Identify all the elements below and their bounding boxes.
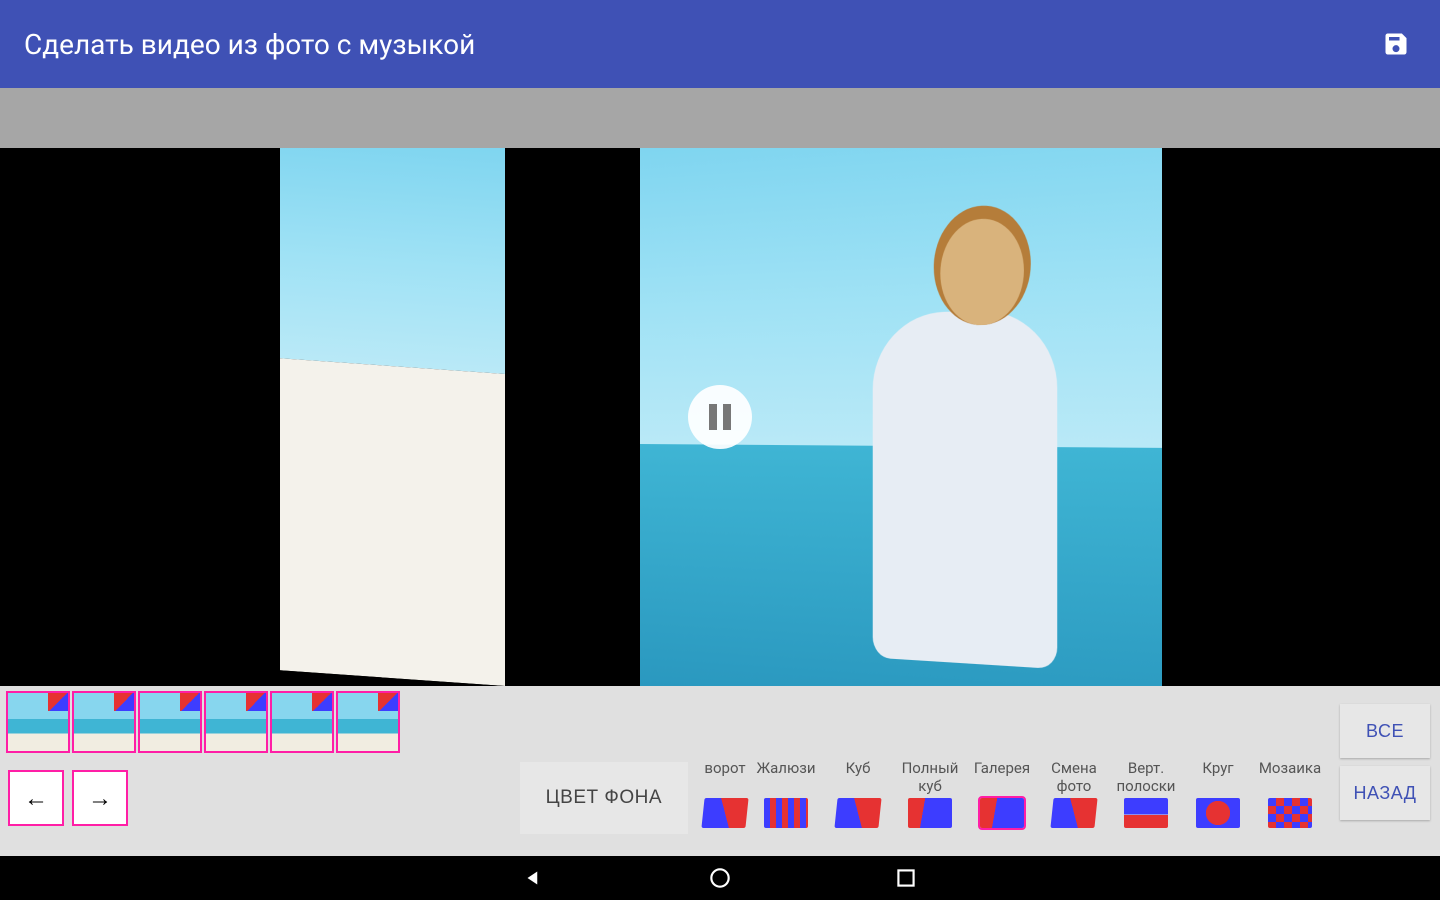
thumbnail[interactable] <box>204 691 268 753</box>
thumbnail[interactable] <box>336 691 400 753</box>
prev-photo-button[interactable]: ← <box>8 770 64 826</box>
save-icon <box>1382 30 1410 58</box>
effect-Жалюзи[interactable]: Жалюзи <box>750 758 822 838</box>
effect-Верт.[interactable]: Верт.полоски <box>1110 758 1182 838</box>
pause-button[interactable] <box>688 385 752 449</box>
effect-icon <box>980 798 1024 828</box>
background-color-button[interactable]: ЦВЕТ ФОНА <box>520 762 688 834</box>
effect-icon <box>1268 798 1312 828</box>
app-title: Сделать видео из фото с музыкой <box>24 28 475 61</box>
thumbnail[interactable] <box>270 691 334 753</box>
transition-pane-left <box>280 148 505 686</box>
app-bar: Сделать видео из фото с музыкой <box>0 0 1440 88</box>
effect-ворот[interactable]: ворот <box>700 758 750 838</box>
effect-icon <box>701 798 748 828</box>
all-button[interactable]: ВСЕ <box>1340 704 1430 758</box>
effect-icon <box>908 798 952 828</box>
thumbnail-strip[interactable] <box>0 686 1326 758</box>
effect-icon <box>764 798 808 828</box>
thumbnail[interactable] <box>138 691 202 753</box>
bottom-panel: ← → ЦВЕТ ФОНА воротЖалюзиКубПолныйкубГал… <box>0 686 1440 856</box>
thumbnail[interactable] <box>6 691 70 753</box>
thumbnail[interactable] <box>72 691 136 753</box>
effect-Смена[interactable]: Сменафото <box>1038 758 1110 838</box>
nav-back-button[interactable] <box>521 865 547 891</box>
nav-recent-button[interactable] <box>893 865 919 891</box>
save-button[interactable] <box>1376 24 1416 64</box>
effect-Куб[interactable]: Куб <box>822 758 894 838</box>
effect-icon <box>834 798 881 828</box>
effect-icon <box>1196 798 1240 828</box>
effect-Мозаика[interactable]: Мозаика <box>1254 758 1326 838</box>
effect-Полный[interactable]: Полныйкуб <box>894 758 966 838</box>
preview-area <box>0 88 1440 686</box>
nav-home-button[interactable] <box>707 865 733 891</box>
effect-icon <box>1124 798 1168 828</box>
pause-icon <box>709 404 731 430</box>
next-photo-button[interactable]: → <box>72 770 128 826</box>
effect-Галерея[interactable]: Галерея <box>966 758 1038 838</box>
video-stage[interactable] <box>0 148 1440 686</box>
effects-strip[interactable]: воротЖалюзиКубПолныйкубГалереяСменафотоВ… <box>700 758 1326 838</box>
back-button[interactable]: НАЗАД <box>1340 766 1430 820</box>
android-nav-bar <box>0 856 1440 900</box>
effect-icon <box>1050 798 1097 828</box>
effect-Круг[interactable]: Круг <box>1182 758 1254 838</box>
